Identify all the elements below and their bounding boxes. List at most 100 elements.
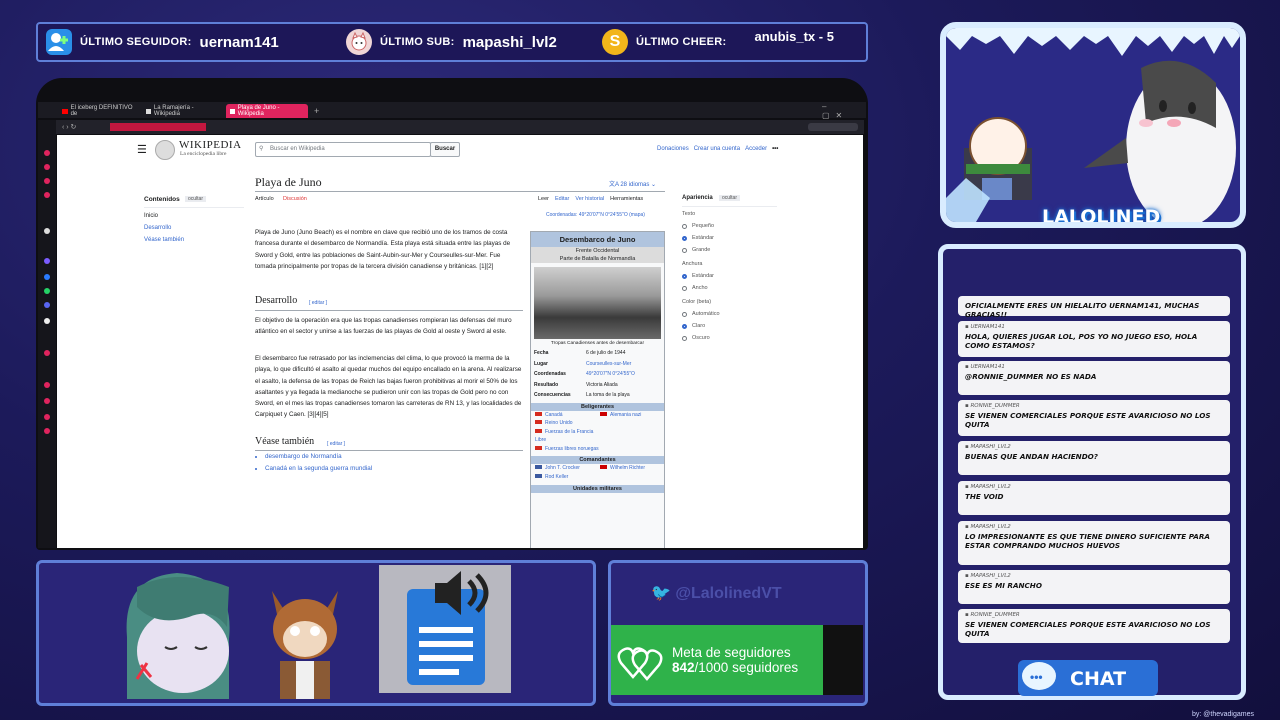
search-button[interactable]: Buscar <box>430 142 460 157</box>
chat-username[interactable]: ▪ MAPASHI_LVL2 <box>965 484 1223 490</box>
search-input[interactable]: ⚲ Buscar en Wikipedia <box>255 142 431 157</box>
see-also-list: desembargo de Normandía Canadá en la seg… <box>247 451 372 475</box>
infobox-commanders: John T. Crocker Rod Keller Wilhelm Richte… <box>531 464 664 481</box>
title-divider <box>255 191 665 192</box>
browser-tab-strip: El iceberg DEFINITIVO de La Ramajería - … <box>38 102 866 120</box>
flag-entry[interactable]: Fuerzas libres noruegas <box>535 445 600 454</box>
chat-username[interactable]: ▪ RONNIE_DUMMER <box>965 612 1223 618</box>
infobox-front: Frente Occidental <box>531 247 664 255</box>
discord-icon[interactable] <box>44 302 50 308</box>
login-link[interactable]: Acceder <box>745 146 767 152</box>
commanders-allied: John T. Crocker Rod Keller <box>531 464 600 481</box>
x-icon[interactable] <box>44 318 50 324</box>
history-icon[interactable] <box>44 192 50 198</box>
twitch-icon[interactable] <box>44 258 50 264</box>
nav-back-forward-icons[interactable]: ‹ › ↻ <box>62 123 76 131</box>
menu-icon[interactable]: ☰ <box>137 143 147 156</box>
chat-username[interactable]: ▪ MAPASHI_LVL2 <box>965 524 1223 530</box>
radio-icon <box>682 311 687 317</box>
chat-message: ▪ MAPASHI_LVL2 BUENAS QUE ANDAN HACIENDO? <box>958 441 1230 475</box>
speed-dial-icon[interactable] <box>44 150 50 156</box>
flag-entry[interactable]: Rod Keller <box>535 473 600 482</box>
toc-item-vease[interactable]: Véase también <box>144 237 184 243</box>
see-also-item[interactable]: desembargo de Normandía <box>265 451 372 463</box>
whatsapp-icon[interactable] <box>44 288 50 294</box>
toc-hide-button[interactable]: ocultar <box>185 196 207 202</box>
coordinates: Coordenadas: 49°20′07″N 0°24′55″O (mapa) <box>546 212 645 218</box>
appearance-radio[interactable]: Claro <box>682 323 782 329</box>
player-icon[interactable] <box>44 350 50 356</box>
flag-entry[interactable]: Alemania nazi <box>600 411 664 420</box>
bookmarks-icon[interactable] <box>44 164 50 170</box>
url-text[interactable] <box>110 123 206 131</box>
tab-tools[interactable]: Herramientas <box>610 196 643 202</box>
address-bar[interactable]: ‹ › ↻ <box>56 120 864 134</box>
appearance-radio[interactable]: Pequeño <box>682 223 782 229</box>
infobox-row-key: Lugar <box>534 360 548 367</box>
see-also-item[interactable]: Canadá en la segunda guerra mundial <box>265 463 372 475</box>
chat-username[interactable]: ▪ UERNAM141 <box>965 324 1223 330</box>
tab-discussion[interactable]: Discusión <box>283 196 307 202</box>
appearance-radio[interactable]: Estándar <box>682 273 782 279</box>
language-button[interactable]: 文A 28 idiomas ⌄ <box>609 179 656 188</box>
chat-username[interactable]: ▪ RONNIE_DUMMER <box>965 403 1223 409</box>
chat-message: ▪ RONNIE_DUMMER SE VIENEN COMERCIALES POR… <box>958 609 1230 643</box>
flag-entry[interactable]: Fuerzas de la Francia Libre <box>535 428 600 445</box>
appearance-radio[interactable]: Oscuro <box>682 335 782 341</box>
appearance-radio[interactable]: Automático <box>682 311 782 317</box>
more-options-icon[interactable]: ••• <box>772 146 778 152</box>
settings-icon[interactable] <box>44 414 50 420</box>
toc-item-inicio[interactable]: Inicio <box>144 213 158 219</box>
extension-icons[interactable] <box>808 123 858 131</box>
tab-playa-de-juno[interactable]: Playa de Juno - Wikipedia <box>226 104 308 118</box>
flag-icon <box>600 465 607 469</box>
messenger-icon[interactable] <box>44 274 50 280</box>
tab-edit[interactable]: Editar <box>555 196 569 202</box>
appearance-hide-button[interactable]: ocultar <box>719 195 741 201</box>
infobox-caption: Tropas Canadienses antes de desembarcar <box>550 341 645 346</box>
downloads-icon[interactable] <box>44 178 50 184</box>
chat-username[interactable]: ▪ MAPASHI_LVL2 <box>965 444 1223 450</box>
donate-link[interactable]: Donaciones <box>657 146 689 152</box>
page-actions: Leer Editar Ver historial Herramientas <box>538 196 643 202</box>
chat-username[interactable]: ▪ MAPASHI_LVL2 <box>965 573 1223 579</box>
aria-icon[interactable] <box>44 228 50 234</box>
chat-message: ▪ MAPASHI_LVL2 ESE ES MI RANCHO <box>958 570 1230 604</box>
edit-section-vease[interactable]: [ editar ] <box>327 441 345 447</box>
flag-entry[interactable]: John T. Crocker <box>535 464 600 473</box>
tab-ramajeria[interactable]: La Ramajería - Wikipedia <box>142 104 224 118</box>
appearance-radio[interactable]: Ancho <box>682 285 782 291</box>
heart-icon[interactable] <box>44 382 50 388</box>
more-icon[interactable] <box>44 428 50 434</box>
wiki-logo-title[interactable]: WIKIPEDIA <box>179 139 242 151</box>
tab-article[interactable]: Artículo <box>255 196 274 202</box>
infobox-title: Desembarco de Juno <box>531 232 664 247</box>
follower-goal-panel: 🐦 @LalolinedVT Meta de seguidores 842/10… <box>608 560 868 706</box>
chat-button[interactable]: ••• CHAT <box>1018 660 1158 696</box>
flag-icon <box>535 411 542 416</box>
appearance-radio[interactable]: Estándar <box>682 235 782 241</box>
page-title: Playa de Juno <box>255 175 322 189</box>
streamer-name: LALOLINED <box>1042 206 1161 228</box>
appearance-radio[interactable]: Grande <box>682 247 782 253</box>
infobox-row-key: Fecha <box>534 350 549 356</box>
flag-entry[interactable]: Reino Unido <box>535 419 600 428</box>
edit-section-desarrollo[interactable]: [ editar ] <box>309 300 327 306</box>
infobox-row: Coordenadas 49°20′07″N 0°24′55″O <box>531 369 664 380</box>
avatars-panel <box>36 560 596 706</box>
tab-history[interactable]: Ver historial <box>575 196 604 202</box>
chat-username[interactable]: ▪ UERNAM141 <box>965 364 1223 370</box>
flag-entry[interactable]: Wilhelm Richter <box>600 464 664 473</box>
wikipedia-globe-icon[interactable] <box>155 140 175 160</box>
new-tab-button[interactable]: + <box>310 104 320 118</box>
tab-read[interactable]: Leer <box>538 196 549 202</box>
create-account-link[interactable]: Crear una cuenta <box>694 146 740 152</box>
window-controls[interactable]: –▢✕ <box>818 102 862 120</box>
flag-entry[interactable]: Canadá <box>535 411 600 420</box>
clock-icon[interactable] <box>44 398 50 404</box>
tab-youtube[interactable]: El iceberg DEFINITIVO de <box>58 104 140 118</box>
cat-avatar-icon <box>346 29 372 55</box>
radio-icon <box>682 247 687 253</box>
toc-item-desarrollo[interactable]: Desarrollo <box>144 225 171 231</box>
belligerents-axis: Alemania nazi <box>600 411 664 454</box>
